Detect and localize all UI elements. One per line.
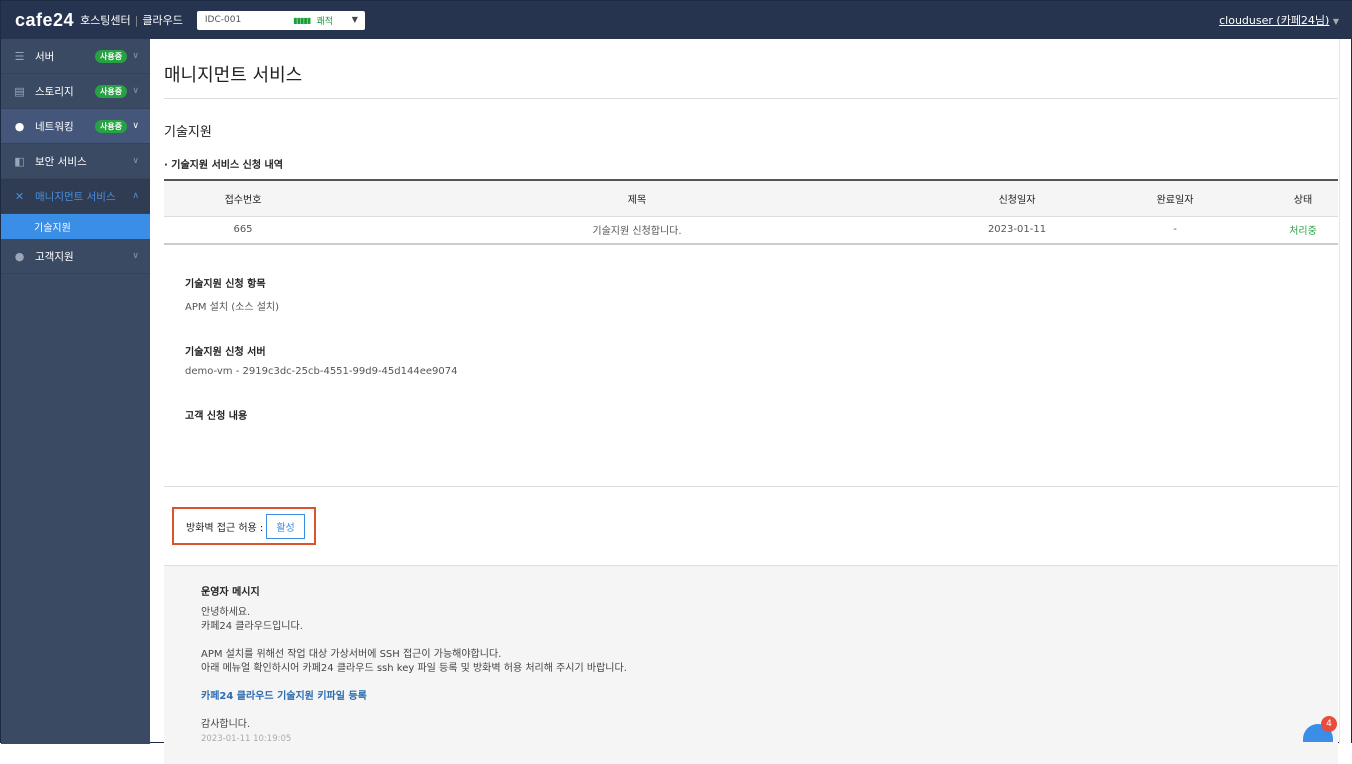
- shield-icon: ◧: [14, 154, 25, 168]
- list-title: · 기술지원 서비스 신청 내역: [164, 160, 283, 171]
- nav-label: 스토리지: [35, 85, 74, 98]
- sidebar: ☰ 서버 사용중 ∨ ▤ 스토리지 사용중 ∨ ● 네트워킹 사용중 ∨ ◧ 보안 서비스 ∨ ✕ 매니…: [1, 39, 150, 744]
- chevron-down-icon: ∨: [132, 86, 139, 96]
- storage-icon: ▤: [14, 84, 25, 98]
- cafe24-logo[interactable]: cafe24: [15, 10, 74, 31]
- request-detail: 기술지원 신청 항목 APM 설치 (소스 설치) 기술지원 신청 서버 dem…: [164, 275, 1338, 487]
- server-icon: ☰: [14, 49, 25, 63]
- idc-value: IDC-001: [204, 15, 242, 25]
- cell-title: 기술지원 신청합니다.: [322, 216, 952, 245]
- globe-icon: ●: [14, 119, 25, 133]
- chevron-up-icon: ∧: [132, 191, 139, 201]
- signal-bars-icon: ▮▮▮▮▮: [293, 15, 311, 25]
- request-table: 접수번호 제목 신청일자 완료일자 상태 665 기술지원 신청합니다. 202…: [164, 179, 1338, 245]
- cloud-label: 클라우드: [142, 14, 183, 27]
- col-request-date: 신청일자: [952, 180, 1082, 217]
- user-menu[interactable]: clouduser (카페24님) ▼: [1219, 12, 1339, 28]
- cell-complete-date: -: [1082, 216, 1268, 245]
- col-title: 제목: [322, 180, 952, 217]
- message-line: 안녕하세요.: [201, 607, 251, 618]
- sidebar-item-networking[interactable]: ● 네트워킹 사용중 ∨: [1, 109, 150, 144]
- cell-number: 665: [164, 216, 322, 245]
- sidebar-subitem-tech-support[interactable]: 기술지원: [1, 214, 150, 239]
- caret-down-icon: ▼: [351, 14, 358, 24]
- caret-down-icon: ▼: [1332, 17, 1339, 26]
- scrollbar[interactable]: [1339, 39, 1351, 744]
- sidebar-item-storage[interactable]: ▤ 스토리지 사용중 ∨: [1, 74, 150, 109]
- cell-request-date: 2023-01-11: [952, 216, 1082, 245]
- item-label: 기술지원 신청 항목: [185, 279, 266, 290]
- sidebar-item-security[interactable]: ◧ 보안 서비스 ∨: [1, 144, 150, 179]
- chevron-down-icon: ∨: [132, 156, 139, 166]
- sidebar-item-management[interactable]: ✕ 매니지먼트 서비스 ∧: [1, 179, 150, 214]
- tools-icon: ✕: [14, 189, 25, 203]
- nav-label: 고객지원: [35, 250, 74, 263]
- chevron-down-icon: ∨: [132, 251, 139, 261]
- message-closing: 감사합니다.: [201, 719, 251, 730]
- top-header: cafe24 호스팅센터 | 클라우드 IDC-001 ▮▮▮▮▮ 쾌적 ▼ clo…: [1, 1, 1352, 39]
- item-value: APM 설치 (소스 설치): [185, 302, 280, 313]
- logo-subtitle: 호스팅센터 | 클라우드: [80, 14, 183, 27]
- firewall-label: 방화벽 접근 허용 :: [186, 522, 264, 534]
- sidebar-item-server[interactable]: ☰ 서버 사용중 ∨: [1, 39, 150, 74]
- message-line: 아래 메뉴얼 확인하시어 카페24 클라우드 ssh key 파일 등록 및 방…: [201, 663, 627, 674]
- status-badge: 사용중: [95, 49, 128, 63]
- nav-label: 매니지먼트 서비스: [35, 190, 116, 203]
- firewall-access: 방화벽 접근 허용 : 활성: [172, 507, 316, 545]
- keyfile-register-link[interactable]: 카페24 클라우드 기술지원 키파일 등록: [201, 690, 1301, 704]
- list-title-text: 기술지원 서비스 신청 내역: [171, 160, 283, 171]
- table-row[interactable]: 665 기술지원 신청합니다. 2023-01-11 - 처리중: [164, 216, 1338, 245]
- nav-label: 보안 서비스: [35, 155, 87, 168]
- user-name: clouduser (카페24님): [1219, 14, 1330, 27]
- message-title: 운영자 메시지: [201, 587, 260, 598]
- server-value: demo-vm - 2919c3dc-25cb-4551-99d9-45d144…: [185, 366, 458, 377]
- idc-status: 쾌적: [316, 16, 333, 27]
- col-status: 상태: [1268, 180, 1338, 217]
- col-complete-date: 완료일자: [1082, 180, 1268, 217]
- cell-status: 처리중: [1268, 216, 1338, 245]
- idc-select[interactable]: IDC-001 ▮▮▮▮▮ 쾌적 ▼: [196, 10, 365, 30]
- message-line: 카페24 클라우드입니다.: [201, 621, 303, 632]
- operator-message: 운영자 메시지 안녕하세요. 카페24 클라우드입니다. APM 설치를 위해선…: [164, 565, 1338, 764]
- message-line: APM 설치를 위해선 작업 대상 가상서버에 SSH 접근이 가능해야합니다.: [201, 649, 502, 660]
- chevron-down-icon: ∨: [132, 121, 139, 131]
- chevron-down-icon: ∨: [132, 51, 139, 61]
- sidebar-item-customer-support[interactable]: ● 고객지원 ∨: [1, 239, 150, 274]
- chat-count-badge: 4: [1321, 716, 1337, 732]
- nav-label: 네트워킹: [35, 120, 74, 133]
- page-title: 매니지먼트 서비스: [164, 61, 1338, 99]
- message-timestamp: 2023-01-11 10:19:05: [201, 734, 292, 744]
- section-title: 기술지원: [164, 125, 212, 140]
- col-number: 접수번호: [164, 180, 322, 217]
- server-label: 기술지원 신청 서버: [185, 347, 266, 358]
- status-badge: 사용중: [95, 84, 128, 98]
- status-badge: 사용중: [95, 119, 128, 133]
- content-label: 고객 신청 내용: [185, 411, 248, 422]
- nav-label: 서버: [35, 50, 55, 63]
- activate-button[interactable]: 활성: [266, 513, 305, 539]
- main-content: 매니지먼트 서비스 기술지원 · 기술지원 서비스 신청 내역 접수번호 제목 …: [150, 39, 1340, 764]
- hosting-center-label: 호스팅센터: [80, 14, 131, 27]
- user-icon: ●: [14, 249, 25, 263]
